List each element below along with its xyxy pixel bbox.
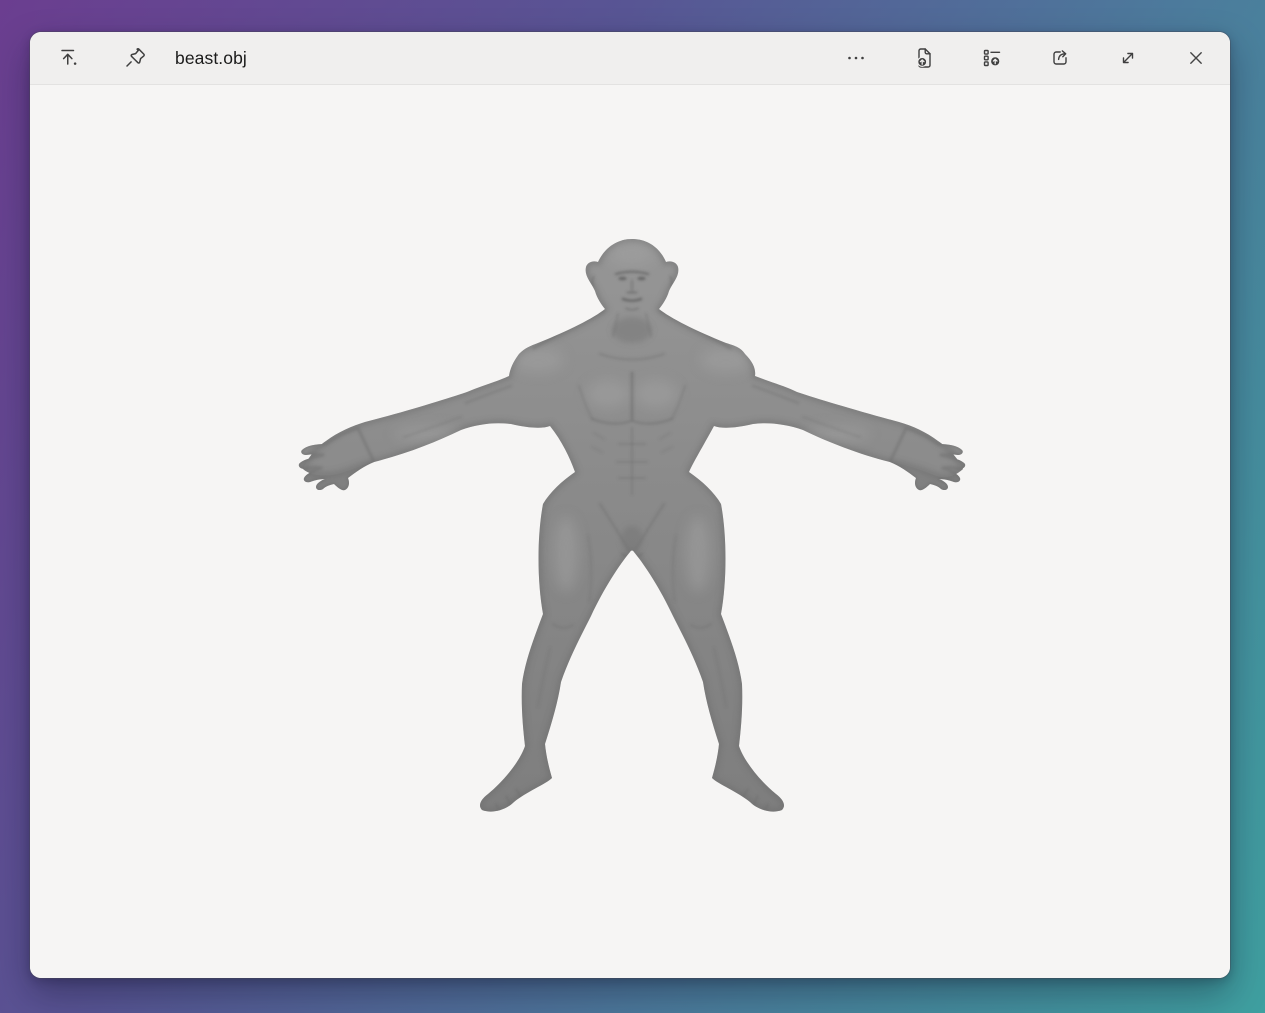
preview-window: beast.obj — [30, 32, 1230, 978]
close-icon — [1184, 46, 1208, 70]
pin-button[interactable] — [115, 38, 155, 78]
fullscreen-button[interactable] — [1108, 38, 1148, 78]
peek-dock-button[interactable] — [49, 38, 89, 78]
share-button[interactable] — [1040, 38, 1080, 78]
open-with-list-icon — [980, 46, 1004, 70]
open-with-button[interactable] — [972, 38, 1012, 78]
open-file-icon — [912, 46, 936, 70]
open-file-button[interactable] — [904, 38, 944, 78]
beast-3d-model[interactable]: Gray 3D sculpt of a bald, muscular human… — [298, 236, 968, 816]
more-options-button[interactable] — [836, 38, 876, 78]
expand-diagonal-icon — [1116, 46, 1140, 70]
share-icon — [1048, 46, 1072, 70]
close-button[interactable] — [1176, 38, 1216, 78]
arrow-up-to-line-icon — [57, 46, 81, 70]
titlebar[interactable]: beast.obj — [30, 32, 1230, 85]
ellipsis-icon — [844, 46, 868, 70]
model-viewport[interactable]: Gray 3D sculpt of a bald, muscular human… — [30, 85, 1230, 978]
pin-icon — [123, 46, 147, 70]
window-title: beast.obj — [175, 48, 247, 69]
